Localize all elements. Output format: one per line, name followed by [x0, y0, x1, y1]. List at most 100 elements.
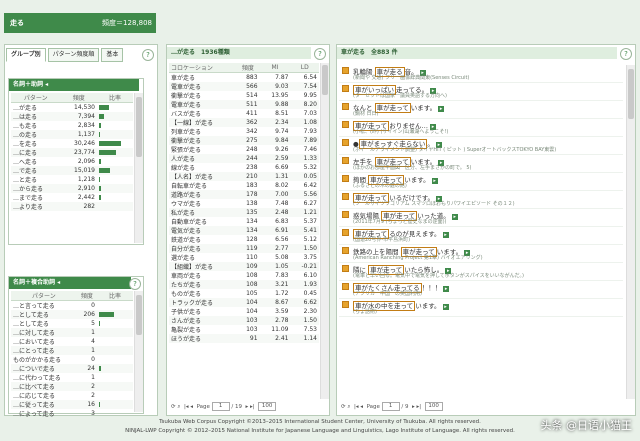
refresh-icon[interactable]: ⟳ ⌕	[171, 404, 180, 410]
first-page-icon[interactable]: |◂ ◂	[184, 404, 193, 410]
scroll-thumb[interactable]	[136, 295, 142, 335]
example-item[interactable]: 車が走って おりません… ▸ (小松、(昨) (サイイン)山瀬湖へようこそ!)	[339, 119, 623, 137]
col-collocation[interactable]: コロケーション	[169, 63, 237, 73]
table-row[interactable]: 衝撃が走る 275 9.84 7.89	[169, 136, 319, 145]
table-row[interactable]: 子供が走る 104 3.59 2.30	[169, 307, 319, 316]
collocation-label[interactable]: ものが走る	[169, 289, 236, 298]
table-row[interactable]: ウマが走る 138 7.48 6.27	[169, 199, 319, 208]
table-row[interactable]: …として走る 5	[11, 319, 133, 328]
example-item[interactable]: 鉄路の上を陽間 車が走って います。 ▸ (American Ranching Pro…	[339, 245, 623, 263]
pattern-label[interactable]: …に従って走る	[11, 400, 77, 409]
table-row[interactable]: さんが走る 103 2.78 1.50	[169, 316, 319, 325]
collocation-label[interactable]: 車両が走る	[169, 271, 236, 280]
next-page-icon[interactable]: ▸ ▸|	[246, 404, 255, 410]
pattern-label[interactable]: …と言って走る	[11, 301, 77, 310]
open-arrow-icon[interactable]: ▸	[442, 232, 449, 238]
tab-group[interactable]: グループ別	[6, 48, 46, 62]
table-row[interactable]: …が走る 14,530	[11, 103, 133, 112]
table-row[interactable]: …として走る 206	[11, 310, 133, 319]
collocation-label[interactable]: 鉄道が走る	[169, 235, 236, 244]
table-row[interactable]: 衝撃が走る 514 13.95 9.95	[169, 91, 319, 100]
pattern-label[interactable]: …として走る	[11, 310, 77, 319]
collocation-label[interactable]: 【人名】が走る	[169, 172, 237, 181]
collocation-label[interactable]: 衝撃が走る	[169, 91, 236, 100]
table-row[interactable]: 道路が走る 178 7.00 5.56	[169, 190, 319, 199]
collocation-label[interactable]: 私が走る	[169, 208, 237, 217]
collocation-label[interactable]: 自動車が走る	[169, 217, 236, 226]
table-row[interactable]: たちが走る 108 3.21 1.93	[169, 280, 319, 289]
collocation-label[interactable]: 選が走る	[169, 253, 236, 262]
collocation-label[interactable]: 列車が走る	[169, 127, 236, 136]
table-row[interactable]: …に代わって走る 1	[11, 373, 133, 382]
collocation-label[interactable]: 衝撃が走る	[169, 136, 237, 145]
table-row[interactable]: 緊張が走る 248 9.26 7.46	[169, 145, 319, 154]
help-icon[interactable]: ?	[129, 278, 141, 290]
col-mi[interactable]: MI	[259, 63, 291, 73]
collocation-label[interactable]: ほうが走る	[169, 334, 237, 343]
pattern-group2-scrollbar[interactable]	[134, 291, 143, 412]
page-input[interactable]: 1	[381, 402, 400, 411]
table-row[interactable]: …に対して走る 1	[11, 328, 133, 337]
example-item[interactable]: 車がいっぱい 走ってる。 ▸ (ターセットは国家一議員英語する方向へ)	[339, 83, 623, 101]
collocation-label[interactable]: 電車が走る	[169, 82, 237, 91]
collocation-label[interactable]: ウマが走る	[169, 199, 236, 208]
table-row[interactable]: …も走る 2,834	[11, 121, 133, 130]
table-row[interactable]: 選が走る 110 5.08 3.75	[169, 253, 319, 262]
pattern-label[interactable]: …から走る	[11, 184, 61, 193]
table-row[interactable]: 私が走る 135 2.48 1.21	[169, 208, 319, 217]
col-pattern[interactable]: パターン	[11, 291, 77, 301]
col-ratio[interactable]: 比率	[97, 93, 133, 103]
table-row[interactable]: 【組織】が走る 109 1.05 -0.21	[169, 262, 319, 271]
example-scrollbar[interactable]	[626, 65, 635, 399]
collocation-label[interactable]: 電車が走る	[169, 100, 237, 109]
table-row[interactable]: …に応じて走る 2	[11, 391, 133, 400]
pattern-label[interactable]: …へ走る	[11, 157, 61, 166]
table-row[interactable]: …で走る 15,019	[11, 166, 133, 175]
collocation-label[interactable]: 【一線】が走る	[169, 118, 237, 127]
table-row[interactable]: 【人名】が走る 210 1.31 0.05	[169, 172, 319, 181]
pattern-label[interactable]: …も走る	[11, 121, 61, 130]
tab-pattern-frequency[interactable]: パターン頻度順	[47, 48, 100, 62]
pattern-label[interactable]: …より走る	[11, 202, 61, 211]
col-frequency[interactable]: 頻度	[236, 63, 260, 73]
table-row[interactable]: 線が走る 238 6.69 5.32	[169, 163, 319, 172]
example-item[interactable]: ● 車がまっすぐ走らない。 ▸ (ホイールアライメント調整) タイヤHIT ( ピット…	[339, 137, 623, 155]
scroll-thumb[interactable]	[136, 97, 142, 157]
collocation-label[interactable]: 人が走る	[169, 154, 237, 163]
collocation-label[interactable]: 線が走る	[169, 163, 236, 172]
per-page-select[interactable]: 100	[424, 402, 443, 411]
pattern-label[interactable]: …まで走る	[11, 193, 61, 202]
collocation-label[interactable]: 自転車が走る	[169, 181, 236, 190]
table-row[interactable]: 車両が走る 108 7.83 6.10	[169, 271, 319, 280]
col-frequency[interactable]: 頻度	[76, 291, 97, 301]
pattern-label[interactable]: …に対して走る	[11, 328, 77, 337]
table-row[interactable]: …についで走る 24	[11, 364, 133, 373]
open-arrow-icon[interactable]: ▸	[442, 304, 449, 310]
pattern-label[interactable]: …において走る	[11, 337, 77, 346]
table-row[interactable]: トラックが走る 104 8.67 6.62	[169, 298, 319, 307]
pattern-group1-scrollbar[interactable]	[134, 93, 143, 243]
pattern-label[interactable]: …と走る	[11, 175, 61, 184]
table-row[interactable]: …にとって走る 1	[11, 346, 133, 355]
example-item[interactable]: 乳輪陽 車が走る 音。 ▸ (新聞や 交通) フリー画像辞典関東(Senses Cir…	[339, 65, 623, 83]
open-arrow-icon[interactable]: ▸	[438, 106, 445, 112]
collocation-label[interactable]: さんが走る	[169, 316, 237, 325]
pattern-label[interactable]: …は走る	[11, 112, 61, 121]
table-row[interactable]: 亀裂が走る 103 11.09 7.53	[169, 325, 319, 334]
pattern-label[interactable]: …が走る	[11, 103, 61, 112]
pattern-group1-title[interactable]: 名詞＋助詞 ◂	[9, 79, 139, 91]
table-row[interactable]: 鉄道が走る 128 6.56 5.12	[169, 235, 319, 244]
table-row[interactable]: 電車が走る 566 9.03 7.54	[169, 82, 319, 91]
pattern-label[interactable]: …に比べて走る	[11, 382, 77, 391]
collocation-label[interactable]: 子供が走る	[169, 307, 236, 316]
open-arrow-icon[interactable]: ▸	[431, 178, 438, 184]
pattern-label[interactable]: …に走る	[11, 148, 61, 157]
tab-basic[interactable]: 基本	[101, 48, 124, 62]
help-icon[interactable]: ?	[314, 48, 326, 60]
collocation-label[interactable]: 道路が走る	[169, 190, 237, 199]
table-row[interactable]: 自動車が走る 134 6.83 5.37	[169, 217, 319, 226]
scroll-thumb[interactable]	[322, 65, 328, 95]
table-row[interactable]: …へ走る 2,096	[11, 157, 133, 166]
per-page-select[interactable]: 100	[258, 402, 277, 411]
example-item[interactable]: 左手を 車が走って います。 ▸ (ほかのお部屋平面図一区分、左手まさかの町で。 5)	[339, 155, 623, 173]
